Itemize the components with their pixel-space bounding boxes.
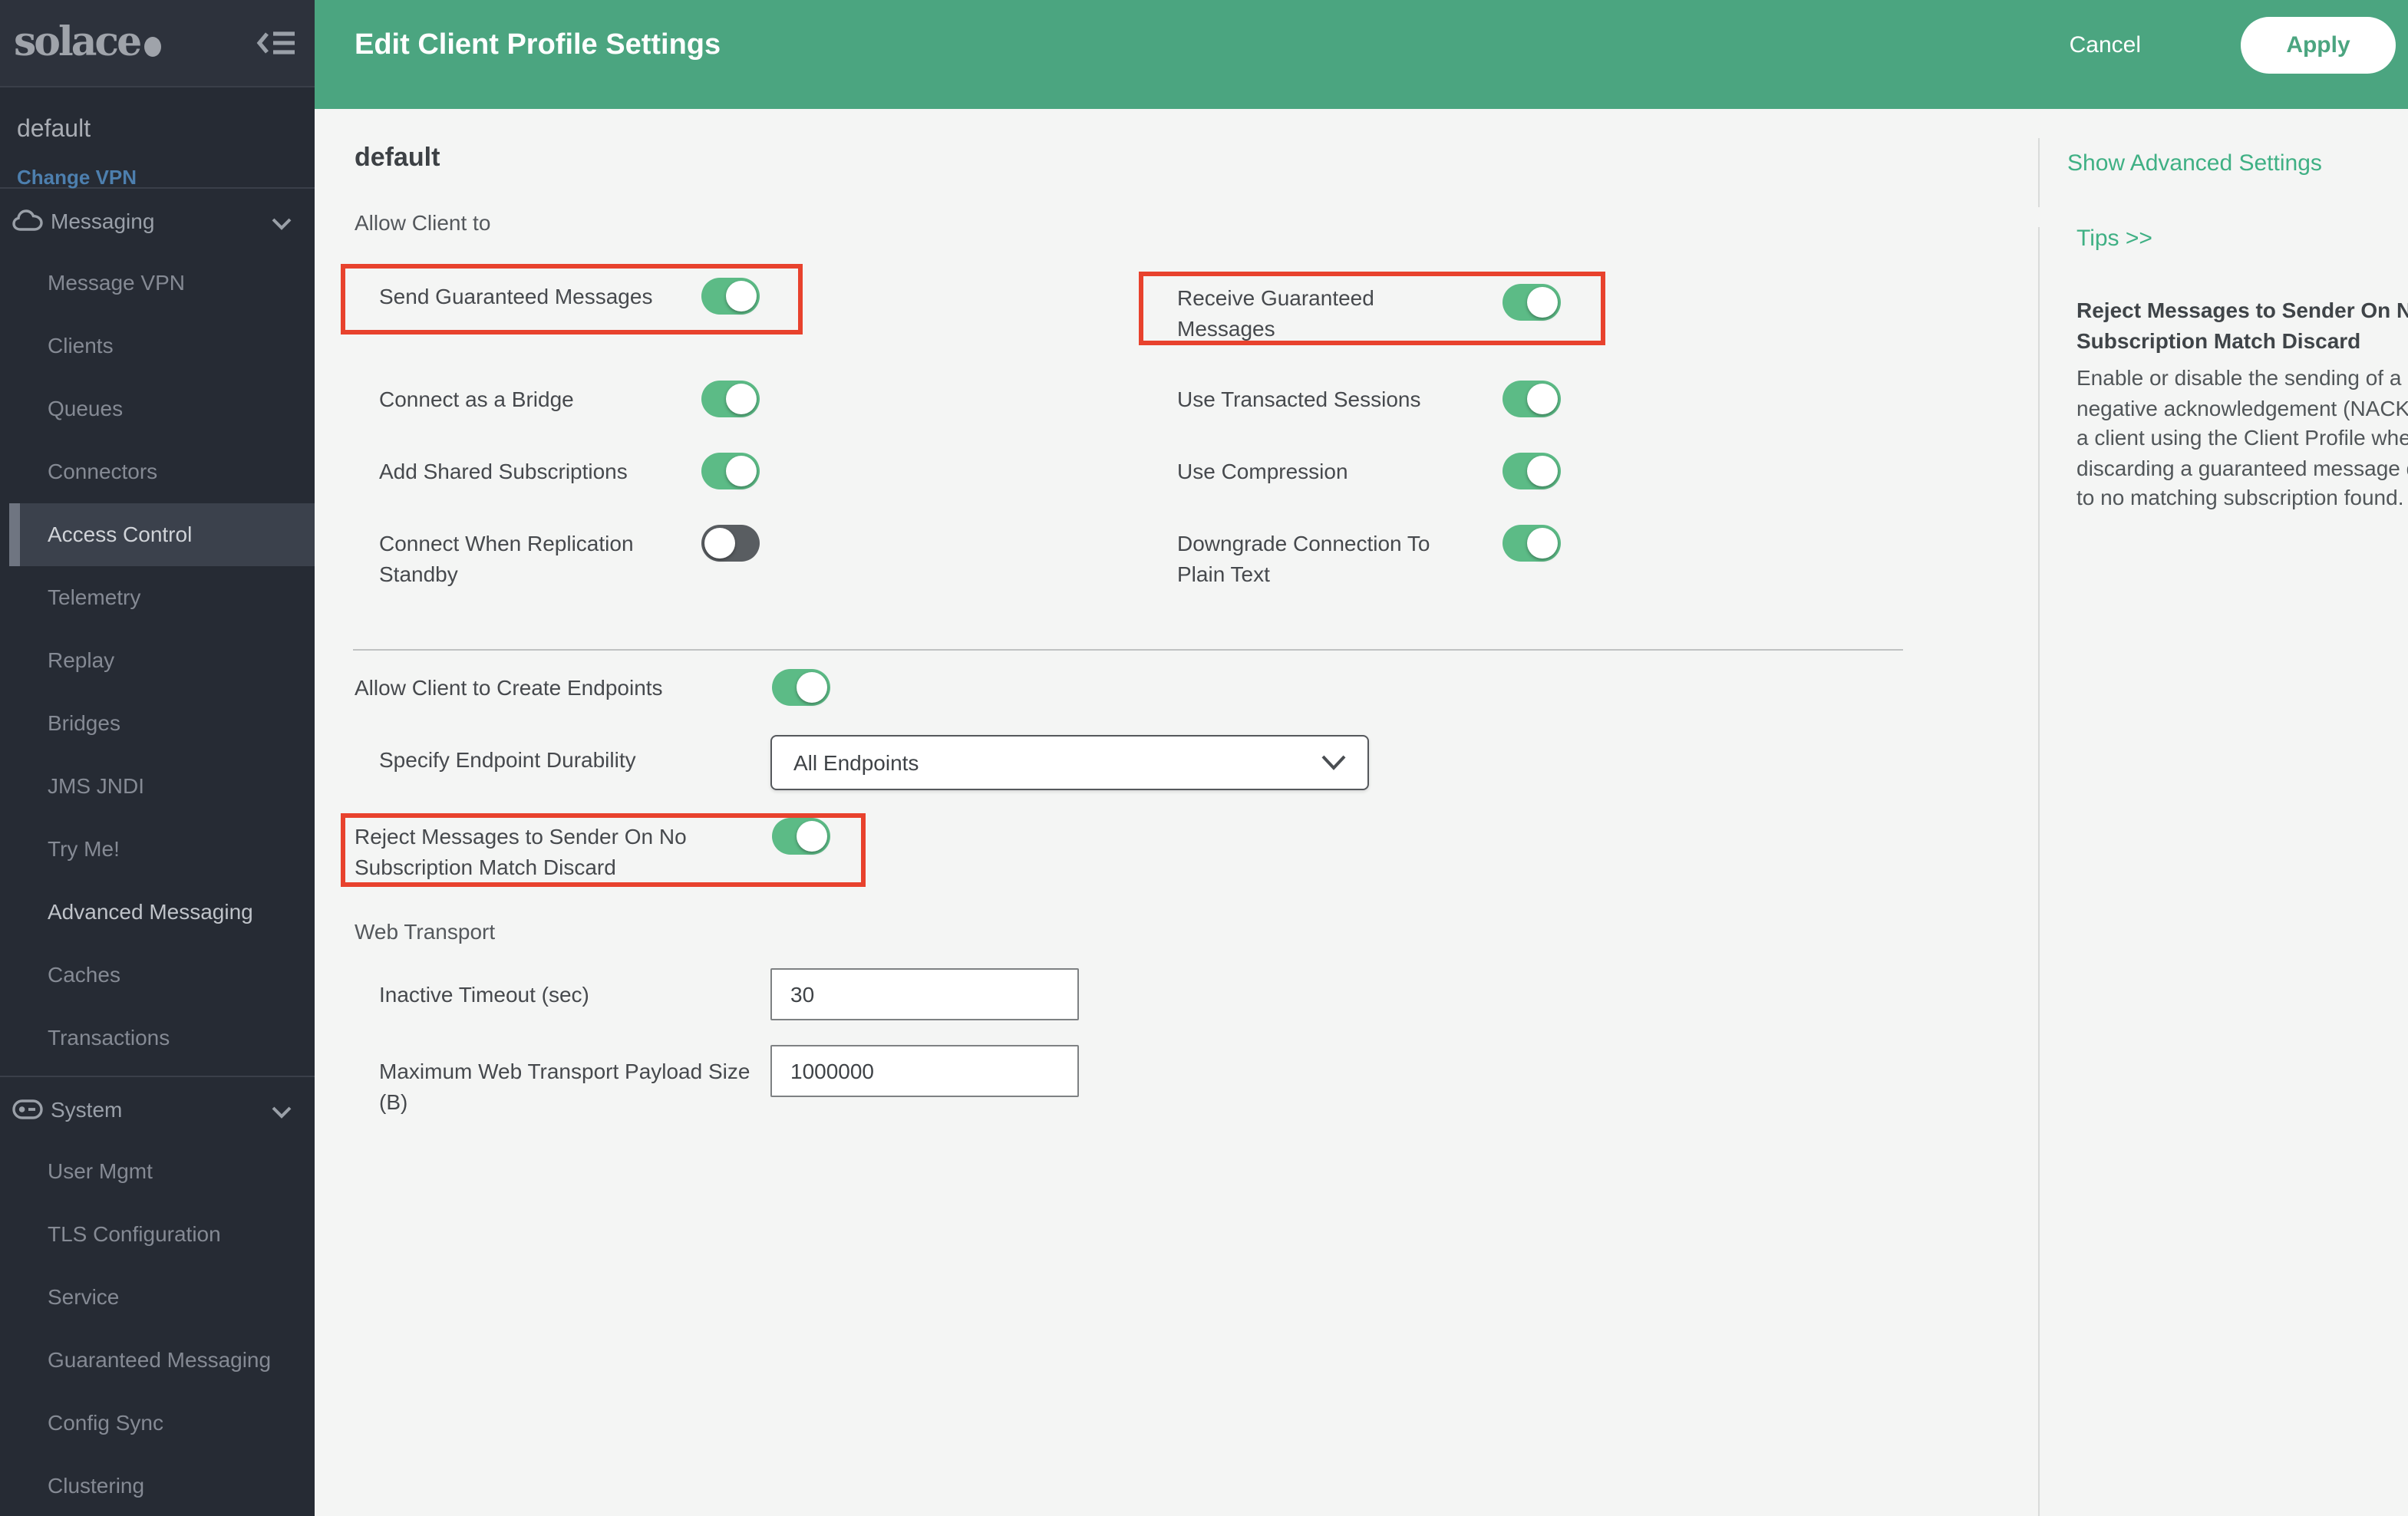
change-vpn-link[interactable]: Change VPN	[17, 166, 137, 189]
tips-panel-divider	[2038, 138, 2040, 207]
toggle-knob	[1527, 384, 1558, 414]
solace-logo-text: solace	[14, 20, 142, 66]
reject-messages-label: Reject Messages to Sender On No Subscrip…	[355, 824, 687, 879]
web-transport-label: Web Transport	[355, 919, 496, 944]
add-shared-subscriptions-toggle[interactable]	[701, 453, 760, 489]
connect-when-replication-standby-label: Connect When Replication Standby	[379, 531, 634, 586]
system-icon	[12, 1099, 43, 1119]
toggle-knob	[797, 672, 827, 703]
sidebar-item-config-sync[interactable]: Config Sync	[0, 1392, 315, 1455]
downgrade-connection-plain-text-label: Downgrade Connection To Plain Text	[1177, 531, 1430, 586]
sidebar-item-jms-jndi[interactable]: JMS JNDI	[0, 755, 315, 818]
receive-guaranteed-messages-toggle[interactable]	[1503, 284, 1561, 321]
toggle-knob	[1527, 528, 1558, 559]
sidebar-item-connectors[interactable]: Connectors	[0, 440, 315, 503]
sidebar-item-try-me[interactable]: Try Me!	[0, 818, 315, 881]
page-header: Edit Client Profile Settings Cancel Appl…	[315, 0, 2408, 109]
specify-endpoint-durability-label: Specify Endpoint Durability	[379, 747, 636, 772]
sidebar-header: solace	[0, 0, 315, 87]
add-shared-subscriptions-label: Add Shared Subscriptions	[379, 459, 628, 483]
toggle-knob	[1527, 456, 1558, 486]
toggle-knob	[797, 821, 827, 852]
send-guaranteed-messages-toggle[interactable]	[701, 278, 760, 315]
allow-create-endpoints-toggle[interactable]	[772, 669, 830, 706]
use-compression-toggle[interactable]	[1503, 453, 1561, 489]
solace-logo-dot	[144, 37, 162, 57]
allow-create-endpoints-label: Allow Client to Create Endpoints	[355, 675, 663, 700]
toggle-knob	[1527, 287, 1558, 318]
apply-button[interactable]: Apply	[2241, 17, 2396, 74]
toggle-knob	[704, 528, 735, 559]
sidebar-item-telemetry[interactable]: Telemetry	[0, 566, 315, 629]
use-transacted-sessions-label: Use Transacted Sessions	[1177, 387, 1421, 411]
profile-name-heading: default	[355, 143, 440, 172]
sidebar-item-clustering[interactable]: Clustering	[0, 1455, 315, 1516]
app-root: solace default Change VPN Messaging Mess…	[0, 0, 2408, 1516]
sidebar-item-message-vpn[interactable]: Message VPN	[0, 252, 315, 315]
show-advanced-settings-link[interactable]: Show Advanced Settings	[2067, 150, 2322, 176]
sidebar-nav: Messaging Message VPN Clients Queues Con…	[0, 189, 315, 1516]
sidebar: solace default Change VPN Messaging Mess…	[0, 0, 315, 1516]
use-transacted-sessions-toggle[interactable]	[1503, 381, 1561, 417]
settings-form: default Allow Client to Send Guaranteed …	[315, 109, 2408, 1516]
connect-when-replication-standby-toggle[interactable]	[701, 525, 760, 562]
inactive-timeout-label: Inactive Timeout (sec)	[379, 982, 589, 1007]
toggle-knob	[726, 456, 757, 486]
sidebar-item-replay[interactable]: Replay	[0, 629, 315, 692]
endpoint-durability-value: All Endpoints	[793, 750, 919, 775]
collapse-sidebar-icon[interactable]	[253, 21, 299, 64]
sidebar-item-caches[interactable]: Caches	[0, 944, 315, 1007]
vpn-block: default Change VPN	[0, 87, 315, 189]
downgrade-connection-plain-text-toggle[interactable]	[1503, 525, 1561, 562]
tips-body-text: Enable or disable the sending of a negat…	[2076, 365, 2408, 509]
chevron-down-icon	[272, 1099, 292, 1126]
inactive-timeout-input[interactable]	[770, 968, 1079, 1020]
sidebar-item-tls-configuration[interactable]: TLS Configuration	[0, 1203, 315, 1266]
send-guaranteed-messages-label: Send Guaranteed Messages	[379, 284, 653, 308]
reject-messages-toggle[interactable]	[772, 818, 830, 855]
sidebar-item-service[interactable]: Service	[0, 1266, 315, 1329]
cloud-icon	[12, 209, 43, 231]
sidebar-item-advanced-messaging[interactable]: Advanced Messaging	[0, 881, 315, 944]
nav-section-messaging[interactable]: Messaging	[0, 189, 315, 252]
sidebar-item-bridges[interactable]: Bridges	[0, 692, 315, 755]
endpoint-durability-select[interactable]: All Endpoints	[770, 735, 1369, 790]
sidebar-item-clients[interactable]: Clients	[0, 315, 315, 377]
tips-panel-divider	[2038, 227, 2040, 1516]
cancel-button[interactable]: Cancel	[2060, 31, 2150, 60]
current-vpn-name: default	[17, 117, 91, 143]
nav-section-label: Messaging	[51, 208, 155, 232]
toggle-knob	[726, 281, 757, 311]
sidebar-item-queues[interactable]: Queues	[0, 377, 315, 440]
tips-heading: Reject Messages to Sender On No Subscrip…	[2076, 298, 2408, 353]
toggle-knob	[726, 384, 757, 414]
sidebar-item-guaranteed-messaging[interactable]: Guaranteed Messaging	[0, 1329, 315, 1392]
receive-guaranteed-messages-label: Receive Guaranteed Messages	[1177, 285, 1374, 341]
section-divider	[353, 649, 1903, 651]
chevron-down-icon	[272, 210, 292, 238]
sidebar-item-user-mgmt[interactable]: User Mgmt	[0, 1140, 315, 1203]
max-payload-size-input[interactable]	[770, 1045, 1079, 1097]
sidebar-item-access-control[interactable]: Access Control	[9, 503, 315, 566]
sidebar-item-transactions[interactable]: Transactions	[0, 1007, 315, 1069]
max-payload-size-label: Maximum Web Transport Payload Size (B)	[379, 1059, 750, 1114]
nav-section-label: System	[51, 1096, 123, 1121]
tips-link[interactable]: Tips >>	[2076, 226, 2152, 252]
allow-client-to-label: Allow Client to	[355, 210, 491, 235]
page-title: Edit Client Profile Settings	[355, 28, 721, 61]
connect-as-bridge-label: Connect as a Bridge	[379, 387, 574, 411]
connect-as-bridge-toggle[interactable]	[701, 381, 760, 417]
solace-logo[interactable]: solace	[0, 20, 162, 66]
nav-section-system[interactable]: System	[0, 1077, 315, 1140]
use-compression-label: Use Compression	[1177, 459, 1348, 483]
chevron-down-icon	[1321, 755, 1346, 770]
